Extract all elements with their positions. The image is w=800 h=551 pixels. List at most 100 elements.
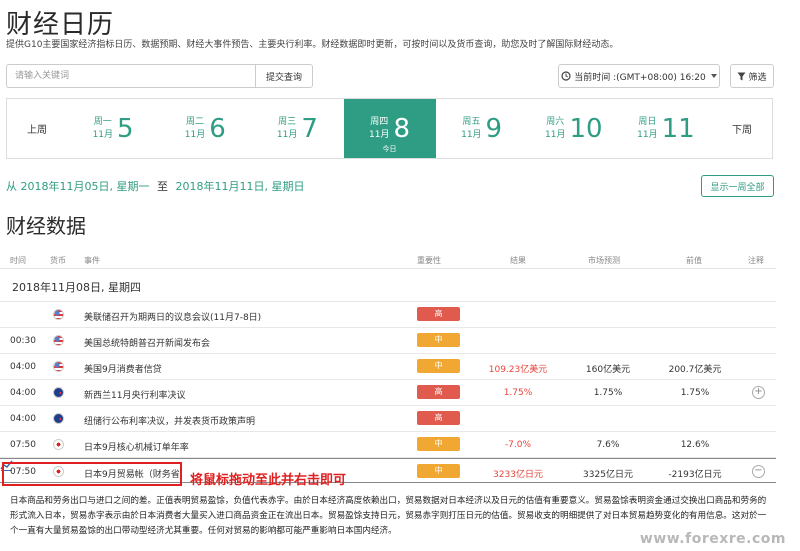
week-day-7[interactable]: 周三 11月 7 xyxy=(251,99,343,158)
day-month: 11月 xyxy=(545,129,566,140)
day-month: 11月 xyxy=(276,129,298,140)
row-previous: -2193亿日元 xyxy=(668,470,722,480)
header-event: 事件 xyxy=(84,256,100,265)
importance-badge: 中 xyxy=(417,464,460,478)
table-row[interactable]: 04:00 纽储行公布利率决议，并发表货币政策声明 高 xyxy=(0,406,776,432)
importance-badge: 中 xyxy=(417,359,460,373)
week-day-9[interactable]: 周五 11月 9 xyxy=(436,99,528,158)
row-previous: 1.75% xyxy=(680,388,710,398)
row-forecast: 3325亿日元 xyxy=(583,470,633,480)
row-event[interactable]: 美国9月消费者信贷 xyxy=(84,362,162,375)
expand-icon[interactable]: + xyxy=(752,386,765,399)
day-month: 11月 xyxy=(184,129,206,140)
today-label: 今日 xyxy=(382,145,397,153)
flag-jp-icon xyxy=(53,439,64,450)
week-day-5[interactable]: 周一 11月 5 xyxy=(67,99,159,158)
date-group-header: 2018年11月08日, 星期四 xyxy=(0,272,776,302)
range-to: 2018年11月11日, 星期日 xyxy=(175,180,305,193)
chevron-down-icon xyxy=(710,74,717,78)
day-weekday: 周三 xyxy=(278,116,297,127)
row-forecast: 160亿美元 xyxy=(585,365,631,375)
table-row[interactable]: 00:30 美国总统特朗普召开新闻发布会 中 xyxy=(0,328,776,354)
row-event[interactable]: 日本9月贸易帐（财务省 xyxy=(84,467,180,480)
table-header: 时间 货币 事件 重要性 结果 市场预测 前值 注释 xyxy=(0,251,776,269)
filter-label: 筛选 xyxy=(748,72,767,83)
range-to-word: 至 xyxy=(156,180,168,193)
row-event[interactable]: 新西兰11月央行利率决议 xyxy=(84,388,185,401)
range-from-prefix: 从 xyxy=(6,180,17,193)
week-day-6[interactable]: 周二 11月 6 xyxy=(159,99,251,158)
header-note: 注释 xyxy=(748,256,764,265)
row-event[interactable]: 纽储行公布利率决议，并发表货币政策声明 xyxy=(84,414,255,427)
header-actual: 结果 xyxy=(510,256,526,265)
importance-badge: 中 xyxy=(417,333,460,347)
next-week-button[interactable]: 下周 xyxy=(712,99,772,158)
day-weekday: 周二 xyxy=(185,116,204,127)
row-time: 04:00 xyxy=(10,388,36,398)
day-weekday: 周四 xyxy=(370,116,389,127)
day-month: 11月 xyxy=(637,129,658,140)
search-input[interactable] xyxy=(6,64,256,88)
row-event[interactable]: 美联储召开为期两日的议息会议(11月7-8日) xyxy=(84,310,261,323)
table-row[interactable]: 07:50 日本9月核心机械订单年率 中 -7.0% 7.6% 12.6% xyxy=(0,432,776,458)
week-day-8[interactable]: 周四 11月 8 今日 xyxy=(343,99,436,158)
table-row[interactable]: 07:50 日本9月贸易帐（财务省 中 3233亿日元 3325亿日元 -2193亿日元 − xyxy=(0,458,776,483)
day-number: 5 xyxy=(117,113,134,144)
date-range: 从 2018年11月05日, 星期一 至 2018年11月11日, 星期日 xyxy=(6,178,304,194)
week-selector: 上周 周一 11月 5 周二 11月 6 周三 11月 7 周四 11月 8 今日 周五 11月 9 周六 11月… xyxy=(6,98,773,159)
row-time: 07:50 xyxy=(10,467,36,477)
row-time: 00:30 xyxy=(10,336,36,346)
search-submit-button[interactable]: 提交查询 xyxy=(255,64,313,88)
week-day-10[interactable]: 周六 11月 10 xyxy=(528,99,620,158)
row-actual: -7.0% xyxy=(504,440,532,450)
day-number: 10 xyxy=(569,113,603,144)
range-from: 2018年11月05日, 星期一 xyxy=(20,180,150,193)
section-title: 财经数据 xyxy=(6,214,86,238)
day-number: 6 xyxy=(209,113,226,144)
row-previous: 12.6% xyxy=(680,440,710,450)
importance-badge: 高 xyxy=(417,307,460,321)
row-event[interactable]: 日本9月核心机械订单年率 xyxy=(84,440,189,453)
collapse-icon[interactable]: − xyxy=(752,465,765,478)
flag-us-icon xyxy=(53,361,64,372)
row-time: 07:50 xyxy=(10,440,36,450)
row-time: 04:00 xyxy=(10,362,36,372)
day-number: 11 xyxy=(661,113,695,144)
day-weekday: 周日 xyxy=(638,116,657,127)
row-forecast: 7.6% xyxy=(596,440,620,450)
row-event[interactable]: 美国总统特朗普召开新闻发布会 xyxy=(84,336,210,349)
row-actual: 109.23亿美元 xyxy=(488,365,548,375)
table-row[interactable]: 美联储召开为期两日的议息会议(11月7-8日) 高 xyxy=(0,302,776,328)
filter-icon xyxy=(737,72,746,80)
day-weekday: 周一 xyxy=(93,116,112,127)
watermark: www.forexre.com xyxy=(639,531,786,547)
day-weekday: 周五 xyxy=(462,116,481,127)
week-day-11[interactable]: 周日 11月 11 xyxy=(620,99,712,158)
table-row[interactable]: 04:00 新西兰11月央行利率决议 高 1.75% 1.75% 1.75% + xyxy=(0,380,776,406)
importance-badge: 中 xyxy=(417,437,460,451)
timezone-dropdown[interactable]: 当前时间 :(GMT+08:00) 16:20 xyxy=(558,64,720,88)
flag-us-icon xyxy=(53,335,64,346)
header-time: 时间 xyxy=(10,256,26,265)
day-month: 11月 xyxy=(369,129,390,140)
row-actual: 3233亿日元 xyxy=(493,470,543,480)
day-month: 11月 xyxy=(92,129,114,140)
row-previous: 200.7亿美元 xyxy=(668,365,722,375)
header-previous: 前值 xyxy=(686,256,702,265)
clock-icon xyxy=(561,71,571,81)
table-row[interactable]: 04:00 美国9月消费者信贷 中 109.23亿美元 160亿美元 200.7亿美元 xyxy=(0,354,776,380)
prev-week-button[interactable]: 上周 xyxy=(7,99,67,158)
row-actual: 1.75% xyxy=(503,388,533,398)
day-number: 9 xyxy=(485,113,503,144)
header-currency: 货币 xyxy=(50,256,66,265)
header-forecast: 市场预测 xyxy=(588,256,620,265)
show-week-button[interactable]: 显示一周全部 xyxy=(701,175,774,197)
flag-nz-icon xyxy=(53,413,64,424)
annotation-text: 将鼠标拖动至此并右击即可 xyxy=(190,473,347,488)
importance-badge: 高 xyxy=(417,411,460,425)
timezone-label: 当前时间 :(GMT+08:00) 16:20 xyxy=(574,72,706,83)
flag-us-icon xyxy=(53,309,64,320)
importance-badge: 高 xyxy=(417,385,460,399)
filter-button[interactable]: 筛选 xyxy=(730,64,774,88)
page-title: 财经日历 xyxy=(6,10,115,40)
